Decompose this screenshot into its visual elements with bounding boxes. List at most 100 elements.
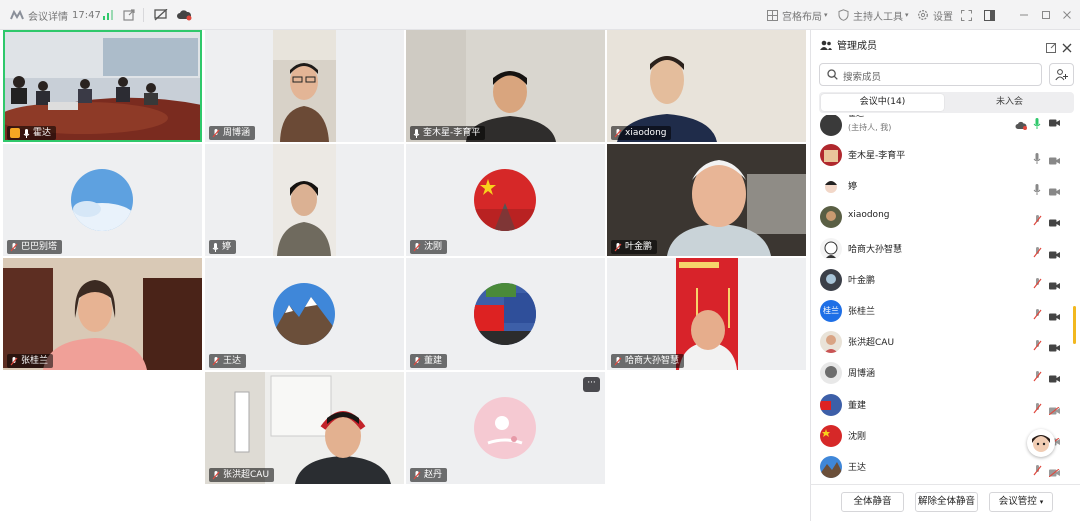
video-tile[interactable]: 巴巴别塔	[3, 144, 202, 256]
member-row[interactable]: 董建	[811, 390, 1073, 421]
tab-in-meeting[interactable]: 会议中(14)	[821, 94, 944, 111]
name-tag: xiaodong	[611, 126, 672, 140]
member-row[interactable]: xiaodong	[811, 202, 1073, 233]
close-window-icon[interactable]	[1062, 0, 1072, 30]
member-row[interactable]: 桂兰 张桂兰	[811, 296, 1073, 327]
participant-name: 婷	[222, 242, 232, 252]
video-tile[interactable]: 霍达	[3, 30, 202, 142]
camera-off-icon[interactable]	[1048, 400, 1060, 419]
avatar	[820, 393, 842, 416]
camera-icon[interactable]	[1049, 368, 1060, 387]
microphone-muted-icon[interactable]	[1033, 461, 1042, 480]
member-row[interactable]: 哈商大孙智慧	[811, 234, 1073, 265]
video-tile[interactable]: 叶金鹏	[607, 144, 806, 256]
video-tile[interactable]: 张洪超CAU	[205, 372, 404, 484]
minimize-icon[interactable]	[1019, 0, 1029, 30]
video-grid: 霍达 周博涵 奎木星-李育平 xiaodong 巴巴别塔 婷 沈刚 叶金鹏 张桂…	[0, 30, 810, 521]
video-tile[interactable]: 沈刚	[406, 144, 605, 256]
microphone-muted-icon	[212, 128, 220, 137]
member-row[interactable]: 王达	[811, 452, 1073, 483]
floating-avatar[interactable]	[1027, 429, 1055, 457]
member-name: xiaodong	[848, 210, 890, 221]
fullscreen-icon[interactable]	[961, 0, 972, 30]
microphone-icon[interactable]	[1033, 149, 1041, 168]
microphone-muted-icon	[212, 470, 220, 479]
participant-name: xiaodong	[625, 128, 667, 138]
camera-icon	[1049, 119, 1060, 127]
microphone-muted-icon[interactable]	[1033, 274, 1042, 293]
participant-name: 哈商大孙智慧	[625, 356, 680, 366]
video-tile[interactable]: 董建	[406, 258, 605, 370]
participant-name: 张洪超CAU	[223, 470, 270, 480]
microphone-muted-icon[interactable]	[1033, 211, 1042, 230]
microphone-icon	[23, 128, 30, 138]
grid-layout-button[interactable]: 宫格布局 ▾	[767, 0, 828, 30]
member-name: 张桂兰	[848, 307, 876, 317]
video-tile[interactable]: 婷	[205, 144, 404, 256]
camera-icon[interactable]	[1049, 212, 1060, 231]
more-options-button[interactable]: ···	[583, 377, 600, 392]
camera-icon[interactable]	[1049, 337, 1060, 356]
avatar	[820, 456, 842, 478]
microphone-muted-icon	[614, 356, 622, 365]
video-tile[interactable]: 奎木星-李育平	[406, 30, 605, 142]
camera-icon[interactable]	[1049, 181, 1060, 200]
video-tile[interactable]: 王达	[205, 258, 404, 370]
invite-member-button[interactable]	[1049, 63, 1074, 86]
video-tile[interactable]: ··· 赵丹	[406, 372, 605, 484]
member-row[interactable]: 周博涵	[811, 358, 1073, 389]
host-badge-icon	[10, 128, 20, 138]
camera-off-icon[interactable]	[1048, 462, 1060, 481]
host-tools-button[interactable]: 主持人工具 ▾	[838, 0, 909, 30]
grid-layout-label: 宫格布局	[782, 11, 822, 23]
microphone-muted-icon[interactable]	[1033, 336, 1042, 355]
video-tile[interactable]: 周博涵	[205, 30, 404, 142]
microphone-muted-icon[interactable]	[1033, 399, 1042, 418]
name-tag: 周博涵	[209, 126, 256, 140]
video-tile[interactable]: 哈商大孙智慧	[607, 258, 806, 370]
member-name: 婷	[848, 182, 858, 193]
microphone-muted-icon[interactable]	[1033, 367, 1042, 386]
camera-icon[interactable]	[1049, 275, 1060, 294]
title-bar: 会议详情 17:47 宫格布局 ▾ 主持人工具 ▾ 设置	[0, 0, 1080, 30]
settings-button[interactable]: 设置	[917, 0, 953, 30]
sidebar-toggle-icon[interactable]	[984, 0, 995, 30]
mute-all-button[interactable]: 全体静音	[841, 492, 904, 512]
member-row[interactable]: 奎木星-李育平	[811, 140, 1073, 171]
microphone-muted-icon[interactable]	[1033, 243, 1042, 262]
tab-not-joined[interactable]: 未入会	[947, 94, 1072, 111]
video-tile[interactable]: xiaodong	[607, 30, 806, 142]
member-list: 霍达 (主持人, 我) 奎木星-李育平婷 xiaodong 哈商大孙智慧叶金鹏桂兰张…	[811, 115, 1080, 483]
meeting-window: 会议详情 17:47 宫格布局 ▾ 主持人工具 ▾ 设置 霍达 周博涵 奎木星-…	[0, 0, 1080, 521]
microphone-icon[interactable]	[1033, 180, 1041, 199]
avatar	[273, 283, 335, 345]
share-window-icon[interactable]	[123, 0, 135, 30]
close-panel-icon[interactable]	[1062, 38, 1072, 57]
name-tag: 王达	[209, 354, 247, 368]
meeting-details-button[interactable]: 会议详情	[10, 0, 68, 30]
unmute-all-button[interactable]: 解除全体静音	[915, 492, 978, 512]
video-tile[interactable]: 张桂兰	[3, 258, 202, 370]
scroll-indicator[interactable]	[1073, 306, 1076, 344]
screen-share-off-icon[interactable]	[154, 0, 168, 30]
member-row[interactable]: 张洪超CAU	[811, 327, 1073, 358]
camera-icon[interactable]	[1049, 150, 1060, 169]
maximize-icon[interactable]	[1041, 0, 1051, 30]
avatar	[71, 169, 133, 231]
member-row[interactable]: 婷	[811, 171, 1073, 202]
member-search-input[interactable]: 搜索成员	[819, 63, 1042, 86]
popout-icon[interactable]	[1046, 38, 1056, 57]
name-tag: 沈刚	[410, 240, 448, 254]
avatar	[474, 283, 536, 345]
camera-icon[interactable]	[1049, 244, 1060, 263]
settings-label: 设置	[933, 11, 953, 23]
cloud-record-icon[interactable]	[176, 0, 192, 30]
microphone-muted-icon[interactable]	[1033, 305, 1042, 324]
gear-icon	[918, 10, 928, 20]
participant-name: 王达	[223, 356, 242, 366]
participant-name: 沈刚	[424, 242, 443, 252]
camera-icon[interactable]	[1049, 306, 1060, 325]
meeting-control-button[interactable]: 会议管控 ▾	[989, 492, 1053, 512]
avatar	[820, 206, 842, 229]
member-row[interactable]: 叶金鹏	[811, 265, 1073, 296]
